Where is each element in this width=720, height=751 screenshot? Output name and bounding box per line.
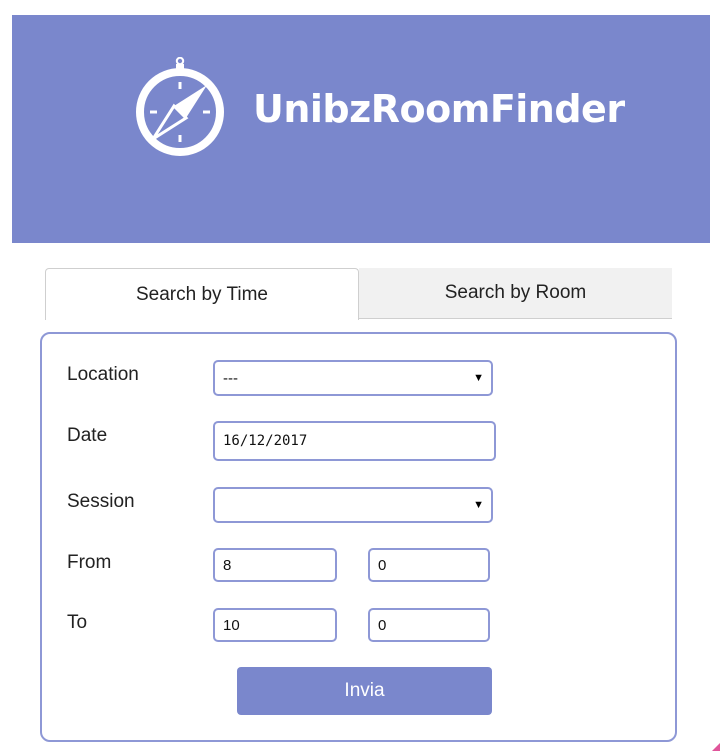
search-form-panel: Location --- ▼ Date 16/12/2017 Session ▼… [40,332,677,742]
from-minute-value: 0 [378,556,387,574]
location-label: Location [67,364,139,385]
from-hour-value: 8 [223,556,232,574]
to-minute-input[interactable]: 0 [368,608,490,642]
dropdown-arrow-icon: ▼ [473,499,484,511]
app-title: UnibzRoomFinder [253,87,625,131]
to-hour-input[interactable]: 10 [213,608,337,642]
search-tabs: Search by Time Search by Room [45,268,672,320]
from-minute-input[interactable]: 0 [368,548,490,582]
compass-icon [136,57,224,156]
to-label: To [67,612,88,633]
app-header: UnibzRoomFinder [12,15,710,243]
submit-button[interactable]: Invia [237,667,492,715]
date-input-value: 16/12/2017 [223,433,308,449]
to-minute-value: 0 [378,616,387,634]
from-hour-input[interactable]: 8 [213,548,337,582]
tab-search-by-time[interactable]: Search by Time [45,268,359,320]
location-select-value: --- [223,369,238,387]
dropdown-arrow-icon: ▼ [473,372,484,384]
to-hour-value: 10 [223,616,240,634]
date-input[interactable]: 16/12/2017 [213,421,496,461]
session-label: Session [67,491,135,512]
location-select[interactable]: --- ▼ [213,360,493,396]
corner-marker [712,743,720,751]
session-select[interactable]: ▼ [213,487,493,523]
date-label: Date [67,425,108,446]
tab-search-by-room[interactable]: Search by Room [359,268,672,319]
from-label: From [67,552,112,573]
